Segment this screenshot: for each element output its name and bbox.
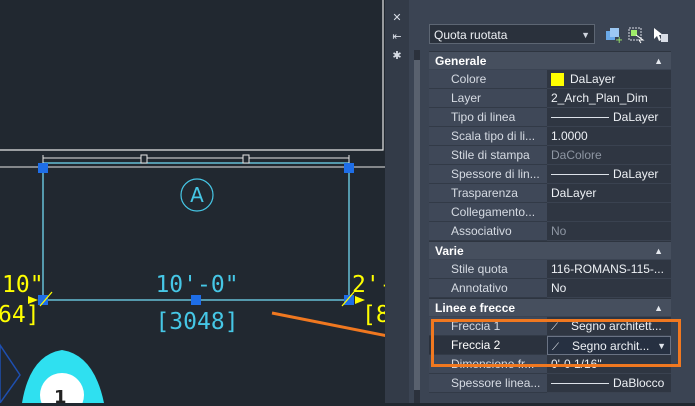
- property-value-text: DaLayer: [551, 186, 597, 200]
- pin-icon[interactable]: ⇤: [391, 31, 403, 43]
- property-value[interactable]: DaBlocco: [547, 374, 671, 393]
- left-dim-metric: 64]: [0, 302, 40, 328]
- property-label: Spessore di lin...: [429, 165, 547, 184]
- linetype-preview: [551, 383, 609, 385]
- property-value[interactable]: No: [547, 222, 671, 241]
- property-row[interactable]: Stile quota 116-ROMANS-115-...: [429, 260, 671, 279]
- property-row[interactable]: Spessore linea... DaBlocco: [429, 374, 671, 393]
- property-value-text: 2_Arch_Plan_Dim: [551, 91, 648, 105]
- svg-text:+: +: [615, 35, 622, 44]
- property-label: Scala tipo di li...: [429, 127, 547, 146]
- section-title: Varie: [435, 244, 464, 258]
- color-swatch: [551, 73, 564, 87]
- property-label: Trasparenza: [429, 184, 547, 203]
- property-value-text: 116-ROMANS-115-...: [551, 262, 664, 276]
- drawing-canvas[interactable]: A 10'-0" [3048] 10" 64] 2'- [8 1: [0, 0, 432, 406]
- linetype-preview: [551, 174, 609, 176]
- dimension-metric-text[interactable]: [3048]: [155, 309, 238, 335]
- object-type-value: Quota ruotata: [434, 28, 508, 42]
- chevron-up-icon[interactable]: ▲: [654, 52, 663, 70]
- property-value-text: DaLayer: [613, 110, 659, 124]
- property-value-text: DaLayer: [570, 72, 616, 86]
- toggle-pickadd-icon[interactable]: +: [604, 26, 622, 44]
- property-value[interactable]: No: [547, 279, 671, 298]
- property-value[interactable]: [547, 203, 671, 222]
- wall-outline: [0, 0, 384, 151]
- property-row[interactable]: Annotativo No: [429, 279, 671, 298]
- section-title: Generale: [435, 54, 487, 68]
- palette-title-bar: ✕ ⇤ ✱: [385, 0, 409, 403]
- chevron-up-icon[interactable]: ▲: [654, 242, 663, 260]
- properties-palette: ✕ ⇤ ✱ Quota ruotata ▼ + Generale ▲ Colore D…: [385, 0, 695, 403]
- property-value[interactable]: DaLayer: [547, 184, 671, 203]
- property-value[interactable]: DaLayer: [547, 165, 671, 184]
- property-value-text: DaColore: [551, 148, 602, 162]
- property-value-text: 1.0000: [551, 129, 588, 143]
- property-value[interactable]: 2_Arch_Plan_Dim: [547, 89, 671, 108]
- section-title: Linee e frecce: [435, 301, 516, 315]
- quick-select-icon[interactable]: [651, 26, 669, 44]
- grid-bubble-label: A: [190, 183, 204, 207]
- property-value[interactable]: 1.0000: [547, 127, 671, 146]
- settings-icon[interactable]: ✱: [391, 50, 403, 62]
- property-value[interactable]: 116-ROMANS-115-...: [547, 260, 671, 279]
- section-header[interactable]: Varie ▲: [429, 241, 671, 259]
- linetype-preview: [551, 117, 609, 119]
- property-row[interactable]: Associativo No: [429, 222, 671, 241]
- right-dim-imperial: 2'-: [352, 272, 388, 298]
- property-row[interactable]: Tipo di linea DaLayer: [429, 108, 671, 127]
- property-row[interactable]: Stile di stampa DaColore: [429, 146, 671, 165]
- property-row[interactable]: Trasparenza DaLayer: [429, 184, 671, 203]
- property-label: Layer: [429, 89, 547, 108]
- property-label: Stile di stampa: [429, 146, 547, 165]
- property-value-text: DaLayer: [613, 167, 659, 181]
- grip-marker[interactable]: [140, 154, 148, 164]
- object-type-dropdown[interactable]: Quota ruotata ▼: [429, 24, 595, 44]
- property-value-text: DaBlocco: [613, 376, 665, 390]
- property-label: Colore: [429, 70, 547, 89]
- property-label: Spessore linea...: [429, 374, 547, 393]
- property-label: Stile quota: [429, 260, 547, 279]
- property-value[interactable]: DaLayer: [547, 70, 671, 89]
- property-row[interactable]: Layer 2_Arch_Plan_Dim: [429, 89, 671, 108]
- dimension-imperial-text[interactable]: 10'-0": [155, 272, 238, 298]
- property-value[interactable]: DaLayer: [547, 108, 671, 127]
- chevron-up-icon[interactable]: ▲: [654, 299, 663, 317]
- property-value[interactable]: DaColore: [547, 146, 671, 165]
- drawing-svg[interactable]: A 10'-0" [3048] 10" 64] 2'- [8 1: [0, 0, 432, 406]
- grip-top-left[interactable]: [38, 163, 48, 173]
- property-value-text: No: [551, 224, 567, 238]
- property-row[interactable]: Collegamento...: [429, 203, 671, 222]
- property-label: Collegamento...: [429, 203, 547, 222]
- property-value-text: No: [551, 281, 567, 295]
- property-label: Associativo: [429, 222, 547, 241]
- grip-top-right[interactable]: [344, 163, 354, 173]
- section-marker-label: 1: [54, 387, 67, 403]
- left-dim-imperial: 10": [2, 272, 44, 298]
- section-header[interactable]: Linee e frecce ▲: [429, 298, 671, 316]
- scrollbar-thumb[interactable]: [414, 60, 420, 390]
- section-marker-edge: [0, 343, 21, 405]
- select-objects-icon[interactable]: [627, 26, 645, 44]
- close-icon[interactable]: ✕: [391, 12, 403, 24]
- palette-scrollbar[interactable]: [414, 50, 420, 403]
- annotation-highlight-box: [431, 319, 681, 367]
- property-row[interactable]: Scala tipo di li... 1.0000: [429, 127, 671, 146]
- chevron-down-icon: ▼: [581, 30, 590, 40]
- property-row[interactable]: Colore DaLayer: [429, 70, 671, 89]
- section-header[interactable]: Generale ▲: [429, 51, 671, 69]
- property-row[interactable]: Spessore di lin... DaLayer: [429, 165, 671, 184]
- property-label: Annotativo: [429, 279, 547, 298]
- grip-marker[interactable]: [242, 154, 250, 164]
- property-label: Tipo di linea: [429, 108, 547, 127]
